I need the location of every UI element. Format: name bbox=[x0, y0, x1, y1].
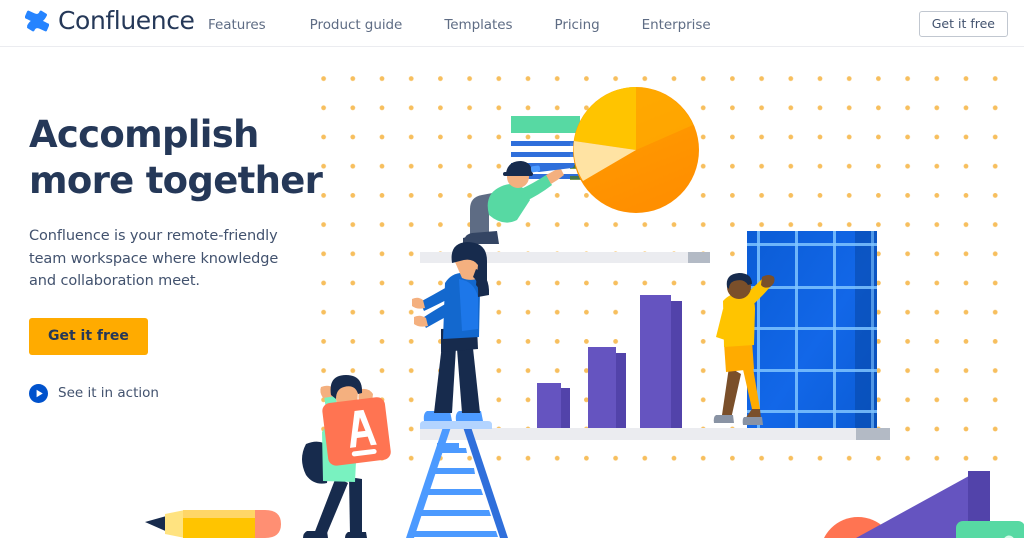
site-header: Confluence Features Product guide Templa… bbox=[0, 0, 1024, 47]
logo-text: Confluence bbox=[58, 6, 195, 35]
blue-grid-panel bbox=[747, 231, 877, 428]
nav-item-features[interactable]: Features bbox=[208, 18, 266, 33]
page-title: Accomplish more together bbox=[29, 113, 323, 202]
lower-shelf bbox=[420, 428, 890, 440]
green-title-block bbox=[511, 116, 580, 133]
main-navigation: Features Product guide Templates Pricing… bbox=[208, 18, 711, 33]
see-it-in-action-link[interactable]: See it in action bbox=[29, 383, 359, 403]
hero-content: Accomplish more together Confluence is y… bbox=[29, 112, 359, 403]
pencil bbox=[145, 510, 281, 538]
header-get-it-free-button[interactable]: Get it free bbox=[918, 11, 1008, 37]
confluence-logo-icon bbox=[25, 10, 49, 32]
nav-item-templates[interactable]: Templates bbox=[444, 18, 512, 33]
green-checkmark-card bbox=[956, 521, 1024, 538]
hero-subtitle: Confluence is your remote-friendly team … bbox=[29, 228, 279, 289]
confluence-landing-page: Confluence Features Product guide Templa… bbox=[0, 0, 1024, 538]
hero-get-it-free-button[interactable]: Get it free bbox=[29, 317, 148, 355]
pie-chart bbox=[573, 87, 699, 213]
letter-a-card bbox=[322, 397, 391, 466]
nav-item-product-guide[interactable]: Product guide bbox=[310, 18, 403, 33]
logo[interactable]: Confluence bbox=[25, 8, 195, 34]
nav-item-pricing[interactable]: Pricing bbox=[555, 18, 600, 33]
nav-item-enterprise[interactable]: Enterprise bbox=[642, 18, 711, 33]
play-circle-icon bbox=[29, 383, 48, 403]
see-it-in-action-label: See it in action bbox=[58, 385, 159, 401]
